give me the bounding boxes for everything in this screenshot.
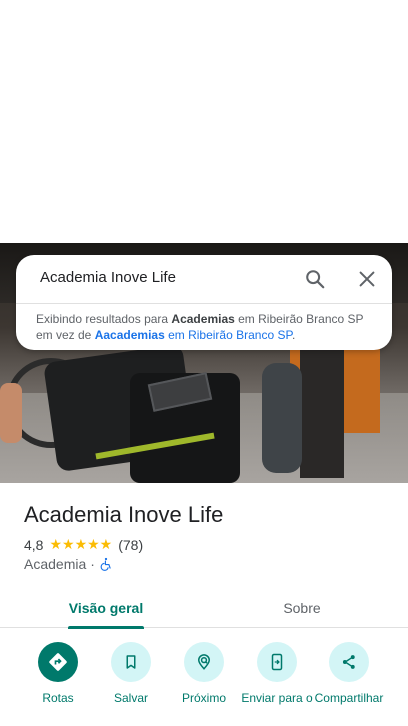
photo-person xyxy=(0,383,22,443)
nearby-icon xyxy=(184,642,224,682)
category-row: Academia · xyxy=(24,556,113,572)
review-count: (78) xyxy=(118,536,144,553)
place-category: Academia xyxy=(24,556,87,572)
directions-icon xyxy=(38,642,78,682)
search-query[interactable]: Academia Inove Life xyxy=(40,269,176,286)
directions-label: Rotas xyxy=(42,691,74,705)
directions-button[interactable]: Rotas xyxy=(20,642,96,705)
send-to-phone-button[interactable]: Enviar para o xyxy=(239,642,315,705)
tab-bar: Visão geral Sobre xyxy=(0,588,408,629)
tab-about[interactable]: Sobre xyxy=(250,588,354,628)
photo-person-2 xyxy=(262,363,302,473)
corrected-term: Academias xyxy=(171,312,235,326)
nearby-button[interactable]: Próximo xyxy=(166,642,242,705)
correction-period: . xyxy=(291,328,296,342)
star-icons: ★★★★★ xyxy=(49,536,113,552)
nearby-label: Próximo xyxy=(181,691,226,705)
rating-row[interactable]: 4,8 ★★★★★ (78) xyxy=(24,536,143,553)
search-icon[interactable] xyxy=(304,268,326,290)
tab-overview[interactable]: Visão geral xyxy=(52,588,160,629)
send-to-phone-icon xyxy=(257,642,297,682)
share-icon xyxy=(329,642,369,682)
send-to-phone-label: Enviar para o xyxy=(241,691,313,705)
save-button[interactable]: Salvar xyxy=(93,642,169,705)
action-bar: Rotas Salvar Próximo Enviar para o Compa… xyxy=(0,640,408,726)
save-label: Salvar xyxy=(113,691,148,705)
wheelchair-icon xyxy=(100,557,111,571)
search-card: Academia Inove Life Exibindo resultados … xyxy=(16,255,392,350)
separator-dot: · xyxy=(90,556,95,572)
original-query-link[interactable]: Aacademias em Ribeirão Branco SP xyxy=(95,328,292,342)
original-suffix: em Ribeirão Branco SP xyxy=(164,328,292,342)
original-term: Aacademias xyxy=(94,328,165,342)
place-title: Academia Inove Life xyxy=(24,502,224,527)
share-label: Compartilhar xyxy=(314,691,384,705)
rating-value: 4,8 xyxy=(24,536,44,553)
search-divider xyxy=(16,303,392,304)
bookmark-icon xyxy=(111,642,151,682)
correction-prefix: Exibindo resultados para xyxy=(36,312,172,326)
close-icon[interactable] xyxy=(356,268,378,290)
spelling-correction: Exibindo resultados para Academias em Ri… xyxy=(36,311,381,343)
photo-weight-rack xyxy=(300,338,344,478)
share-button[interactable]: Compartilhar xyxy=(311,642,387,705)
